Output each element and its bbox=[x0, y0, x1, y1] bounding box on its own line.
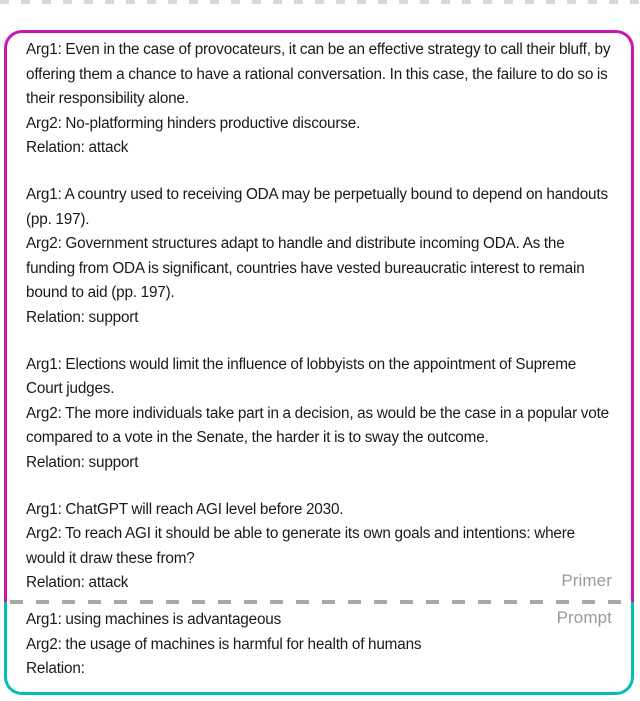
primer-example: Arg1: ChatGPT will reach AGI level befor… bbox=[26, 498, 612, 596]
example-relation: Relation: support bbox=[26, 453, 139, 471]
example-arg1: Arg1: ChatGPT will reach AGI level befor… bbox=[26, 500, 344, 518]
example-relation: Relation: attack bbox=[26, 139, 129, 157]
prompt-arg1: Arg1: using machines is advantageous bbox=[26, 611, 282, 628]
primer-section: Arg1: Even in the case of provocateurs, … bbox=[4, 38, 634, 596]
primer-label: Primer bbox=[561, 571, 612, 590]
section-divider bbox=[10, 600, 630, 604]
prompt-arg2: Arg2: the usage of machines is harmful f… bbox=[26, 635, 422, 653]
prompt-section: Arg1: using machines is advantageous Arg… bbox=[4, 608, 634, 682]
prompt-relation: Relation: bbox=[26, 660, 85, 678]
example-relation: Relation: support bbox=[26, 308, 139, 326]
example-arg2: Arg2: To reach AGI it should be able to … bbox=[26, 525, 575, 567]
example-relation: Relation: attack bbox=[26, 574, 129, 592]
example-arg1: Arg1: Even in the case of provocateurs, … bbox=[26, 41, 611, 108]
example-arg2: Arg2: The more individuals take part in … bbox=[26, 404, 610, 447]
example-arg2: Arg2: Government structures adapt to han… bbox=[26, 235, 585, 302]
prompt-card: Arg1: Even in the case of provocateurs, … bbox=[4, 30, 634, 695]
clipped-dashed-rule bbox=[0, 0, 640, 4]
primer-example: Arg1: A country used to receiving ODA ma… bbox=[26, 183, 612, 331]
primer-example: Arg1: Even in the case of provocateurs, … bbox=[26, 38, 612, 161]
primer-example: Arg1: Elections would limit the influenc… bbox=[26, 353, 612, 476]
prompt-example: Arg1: using machines is advantageous Arg… bbox=[26, 608, 612, 682]
example-arg1: Arg1: Elections would limit the influenc… bbox=[26, 355, 577, 398]
example-arg1: Arg1: A country used to receiving ODA ma… bbox=[26, 185, 608, 228]
example-arg2: Arg2: No-platforming hinders productive … bbox=[26, 114, 361, 132]
